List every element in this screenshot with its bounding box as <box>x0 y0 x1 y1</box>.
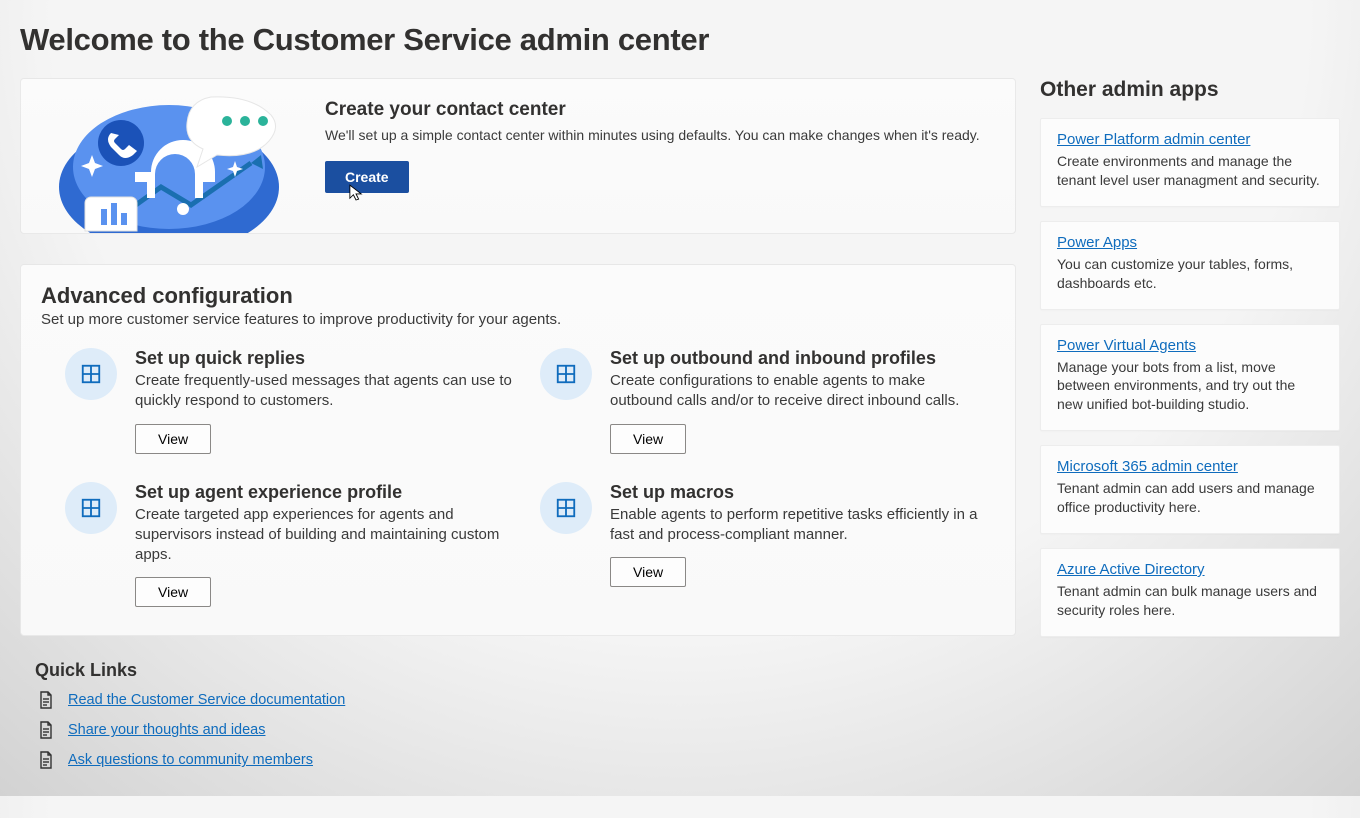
admin-app-card: Power Virtual Agents Manage your bots fr… <box>1040 324 1340 432</box>
admin-app-card: Microsoft 365 admin center Tenant admin … <box>1040 445 1340 534</box>
admin-app-link[interactable]: Power Platform admin center <box>1057 131 1250 148</box>
admin-app-card: Power Apps You can customize your tables… <box>1040 221 1340 310</box>
adv-item-title: Set up outbound and inbound profiles <box>610 348 990 369</box>
admin-app-description: Manage your bots from a list, move betwe… <box>1057 358 1323 415</box>
advanced-subtitle: Set up more customer service features to… <box>41 311 991 328</box>
admin-app-card: Power Platform admin center Create envir… <box>1040 118 1340 207</box>
view-button[interactable]: View <box>135 424 211 454</box>
quick-link-item: Share your thoughts and ideas <box>38 721 1016 739</box>
admin-app-description: Create environments and manage the tenan… <box>1057 152 1323 190</box>
admin-app-link[interactable]: Azure Active Directory <box>1057 561 1205 578</box>
admin-app-link[interactable]: Power Apps <box>1057 234 1137 251</box>
view-button[interactable]: View <box>610 424 686 454</box>
admin-app-link[interactable]: Microsoft 365 admin center <box>1057 458 1238 475</box>
quick-link[interactable]: Read the Customer Service documentation <box>68 692 345 708</box>
advanced-title: Advanced configuration <box>41 283 991 309</box>
adv-item-profiles: Set up outbound and inbound profiles Cre… <box>540 348 991 454</box>
quick-links-title: Quick Links <box>35 660 1016 681</box>
admin-app-link[interactable]: Power Virtual Agents <box>1057 337 1196 354</box>
document-icon <box>38 721 54 739</box>
quick-link[interactable]: Share your thoughts and ideas <box>68 722 266 738</box>
hero-illustration <box>21 79 301 233</box>
quick-link-item: Ask questions to community members <box>38 751 1016 769</box>
adv-item-description: Create frequently-used messages that age… <box>135 371 515 412</box>
quick-links-section: Quick Links Read the Customer Service do… <box>20 666 1016 781</box>
adv-item-description: Enable agents to perform repetitive task… <box>610 505 990 546</box>
quick-link-item: Read the Customer Service documentation <box>38 691 1016 709</box>
adv-item-description: Create targeted app experiences for agen… <box>135 505 515 566</box>
page-title: Welcome to the Customer Service admin ce… <box>20 22 1340 58</box>
view-button[interactable]: View <box>610 557 686 587</box>
adv-item-title: Set up quick replies <box>135 348 515 369</box>
grid-icon <box>65 482 117 534</box>
hero-title: Create your contact center <box>325 99 991 121</box>
adv-item-macros: Set up macros Enable agents to perform r… <box>540 482 991 608</box>
grid-icon <box>540 348 592 400</box>
admin-app-description: You can customize your tables, forms, da… <box>1057 255 1323 293</box>
document-icon <box>38 691 54 709</box>
advanced-config-card: Advanced configuration Set up more custo… <box>20 264 1016 636</box>
admin-app-card: Azure Active Directory Tenant admin can … <box>1040 548 1340 637</box>
adv-item-quick-replies: Set up quick replies Create frequently-u… <box>65 348 516 454</box>
grid-icon <box>65 348 117 400</box>
other-admin-apps-title: Other admin apps <box>1040 78 1340 102</box>
hero-card: Create your contact center We'll set up … <box>20 78 1016 234</box>
hero-description: We'll set up a simple contact center wit… <box>325 127 991 143</box>
document-icon <box>38 751 54 769</box>
adv-item-description: Create configurations to enable agents t… <box>610 371 990 412</box>
adv-item-agent-experience: Set up agent experience profile Create t… <box>65 482 516 608</box>
view-button[interactable]: View <box>135 577 211 607</box>
adv-item-title: Set up macros <box>610 482 990 503</box>
grid-icon <box>540 482 592 534</box>
admin-app-description: Tenant admin can add users and manage of… <box>1057 479 1323 517</box>
create-button[interactable]: Create <box>325 161 409 193</box>
quick-link[interactable]: Ask questions to community members <box>68 752 313 768</box>
adv-item-title: Set up agent experience profile <box>135 482 515 503</box>
admin-app-description: Tenant admin can bulk manage users and s… <box>1057 582 1323 620</box>
